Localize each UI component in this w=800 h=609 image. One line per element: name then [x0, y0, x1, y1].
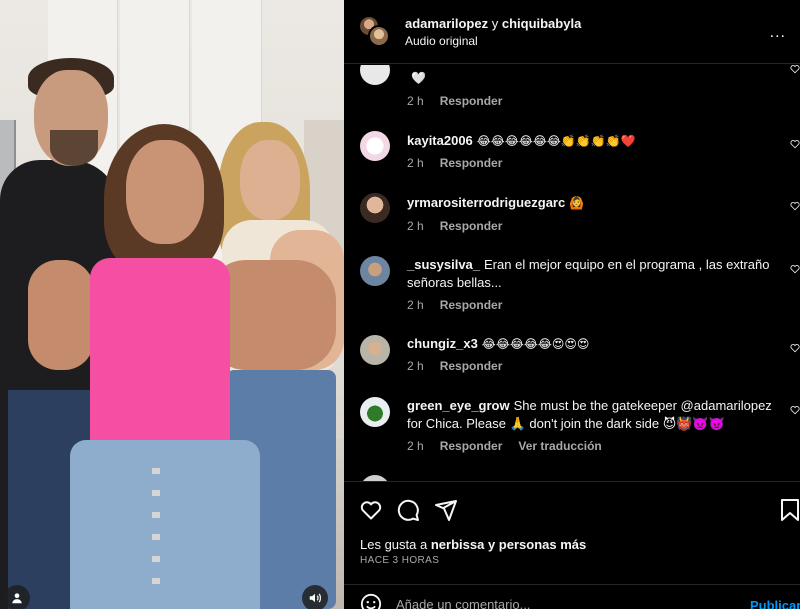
- likes-others-link[interactable]: y personas más: [488, 537, 586, 552]
- tagged-users-button[interactable]: [4, 585, 30, 609]
- post-panel: adamarilopez y chiquibabyla Audio origin…: [344, 0, 800, 609]
- mute-button[interactable]: [302, 585, 328, 609]
- comment-body: 🤍: [411, 71, 426, 85]
- comment-text: kayita2006 😂😂😂😂😂😂👏👏👏👏❤️: [407, 132, 777, 150]
- brunette-face: [126, 140, 204, 244]
- avatar[interactable]: [360, 256, 390, 286]
- comment-text: chungiz_x3 😂😂😂😂😂😍😍😍: [407, 335, 777, 353]
- avatar[interactable]: [368, 25, 390, 47]
- author-conjunction: y: [491, 16, 499, 31]
- man-beard: [50, 130, 98, 166]
- comment-time: 2 h: [407, 359, 424, 373]
- comment-username[interactable]: yrmarositerrodriguezgarc: [407, 195, 565, 210]
- user-icon: [12, 593, 22, 604]
- avatar[interactable]: [360, 65, 390, 85]
- comment-meta: 2 h Responder: [407, 156, 518, 170]
- author-avatars[interactable]: [358, 15, 392, 49]
- comment-meta: 2 h Responder: [407, 298, 518, 312]
- comment-time: 2 h: [407, 94, 424, 108]
- avatar[interactable]: [360, 397, 390, 427]
- heart-icon[interactable]: [790, 264, 800, 274]
- likes-summary: Les gusta a nerbissa y personas más: [360, 537, 586, 552]
- author-link[interactable]: adamarilopez: [405, 16, 488, 31]
- reply-button[interactable]: Responder: [440, 439, 503, 453]
- reply-button[interactable]: Responder: [440, 298, 503, 312]
- likes-prefix: Les gusta a: [360, 537, 428, 552]
- avatar[interactable]: [360, 335, 390, 365]
- post-actions: Les gusta a nerbissa y personas más HACE…: [344, 481, 800, 609]
- post-header: adamarilopez y chiquibabyla Audio origin…: [344, 0, 800, 64]
- comment-meta: 2 h Responder Ver traducción: [407, 439, 618, 453]
- reply-button[interactable]: Responder: [440, 156, 503, 170]
- heart-icon[interactable]: [790, 65, 800, 74]
- comment-username[interactable]: _susysilva_: [407, 257, 480, 272]
- comment-time: 2 h: [407, 439, 424, 453]
- reply-button[interactable]: Responder: [440, 219, 503, 233]
- smile-icon[interactable]: [360, 593, 382, 609]
- jeans-buttons: [152, 468, 160, 598]
- add-comment-bar: Publicar: [344, 584, 800, 609]
- heart-icon[interactable]: [359, 498, 383, 522]
- comment-text: yrmarositerrodriguezgarc 🙆: [407, 194, 777, 212]
- comment-text: green_eye_grow She must be the gatekeeper…: [407, 397, 777, 433]
- comment-text: _susysilva_ Eran el mejor equipo en el pr…: [407, 256, 777, 292]
- reply-button[interactable]: Responder: [440, 94, 503, 108]
- comment-meta: 2 h Responder: [407, 94, 518, 108]
- reply-button[interactable]: Responder: [440, 359, 503, 373]
- heart-icon[interactable]: [790, 405, 800, 415]
- bookmark-icon[interactable]: [778, 498, 800, 522]
- comment-username[interactable]: kayita2006: [407, 133, 473, 148]
- comment-time: 2 h: [407, 298, 424, 312]
- brunette-arm: [28, 260, 94, 370]
- post-timestamp: HACE 3 HORAS: [360, 555, 440, 566]
- brunette-jeans: [70, 440, 260, 609]
- comment-input[interactable]: [396, 597, 696, 609]
- more-options-icon[interactable]: ...: [770, 24, 786, 42]
- comment-body: 🙆: [569, 196, 585, 210]
- liked-by-user[interactable]: nerbissa: [431, 537, 484, 552]
- comments-list[interactable]: ▬ ▬ ▬ ▬ ▬ ▬ ▬ ▬ ▬ ▬ ▬ ▬ ▬ 🤍 2 h Responder…: [344, 65, 800, 481]
- comment-time: 2 h: [407, 219, 424, 233]
- emoji-strip: ▬ ▬ ▬ ▬ ▬ ▬ ▬ ▬ ▬ ▬ ▬ ▬ ▬: [494, 65, 757, 68]
- avatar[interactable]: [360, 193, 390, 223]
- send-icon[interactable]: [434, 498, 458, 522]
- comment-meta: 2 h Responder: [407, 359, 518, 373]
- comment-text: 🤍: [407, 69, 777, 87]
- comment-meta: 2 h Responder: [407, 219, 518, 233]
- comment-username[interactable]: chungiz_x3: [407, 336, 478, 351]
- speaker-icon: [309, 593, 321, 603]
- author-link[interactable]: chiquibabyla: [502, 16, 581, 31]
- publish-button[interactable]: Publicar: [750, 598, 800, 609]
- pink-top: [90, 258, 230, 456]
- comment-body: 😂😂😂😂😂😂👏👏👏👏❤️: [476, 134, 636, 148]
- comment-username[interactable]: green_eye_grow: [407, 398, 510, 413]
- avatar[interactable]: [360, 131, 390, 161]
- heart-icon[interactable]: [790, 139, 800, 149]
- post-authors: adamarilopez y chiquibabyla: [405, 16, 581, 31]
- comment-time: 2 h: [407, 156, 424, 170]
- heart-icon[interactable]: [790, 343, 800, 353]
- audio-link[interactable]: Audio original: [405, 34, 478, 48]
- comment-icon[interactable]: [396, 498, 420, 522]
- comment-body: 😂😂😂😂😂😍😍😍: [481, 337, 590, 351]
- translate-button[interactable]: Ver traducción: [518, 439, 601, 453]
- blonde-face: [240, 140, 300, 220]
- heart-icon[interactable]: [790, 201, 800, 211]
- post-media[interactable]: [0, 0, 344, 609]
